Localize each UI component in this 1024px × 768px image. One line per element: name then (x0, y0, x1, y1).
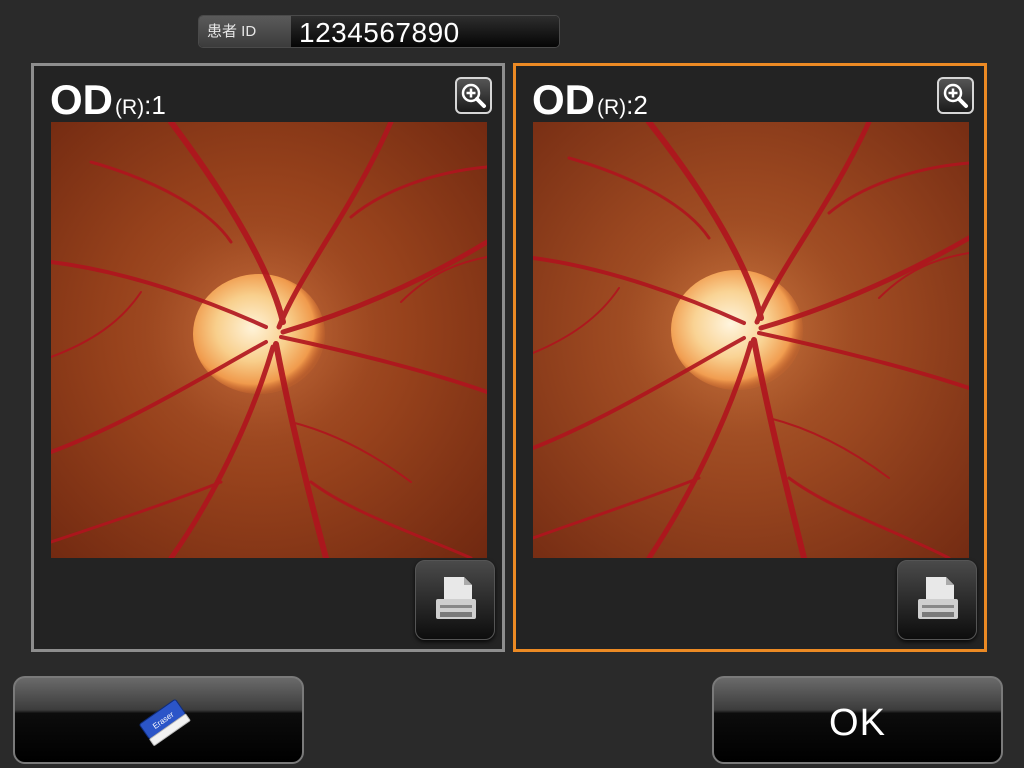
eye-label: OD (50, 76, 113, 123)
zoom-button-1[interactable] (455, 77, 492, 114)
zoom-in-icon (461, 83, 486, 108)
image-panel-1[interactable]: OD(R):1 (31, 63, 505, 652)
erase-button[interactable]: Eraser (13, 676, 304, 764)
panel-title-2: OD(R):2 (532, 76, 648, 126)
eye-label: OD (532, 76, 595, 123)
printer-icon (436, 577, 476, 619)
image-number: :1 (144, 90, 166, 120)
ok-button[interactable]: OK (712, 676, 1003, 764)
image-panel-2[interactable]: OD(R):2 (513, 63, 987, 652)
patient-id-field: 患者 ID 1234567890 (198, 15, 560, 48)
fundus-image-1[interactable] (51, 122, 487, 558)
image-number: :2 (626, 90, 648, 120)
ok-label: OK (829, 702, 886, 744)
patient-id-value: 1234567890 (291, 16, 559, 47)
print-button-1[interactable] (415, 560, 495, 640)
side-label: (R) (115, 96, 145, 119)
eraser-icon: Eraser (139, 699, 191, 746)
fundus-image-2[interactable] (533, 122, 969, 558)
print-button-2[interactable] (897, 560, 977, 640)
panel-title-1: OD(R):1 (50, 76, 166, 126)
zoom-in-icon (943, 83, 968, 108)
side-label: (R) (597, 96, 627, 119)
zoom-button-2[interactable] (937, 77, 974, 114)
printer-icon (918, 577, 958, 619)
patient-id-label: 患者 ID (199, 16, 291, 47)
